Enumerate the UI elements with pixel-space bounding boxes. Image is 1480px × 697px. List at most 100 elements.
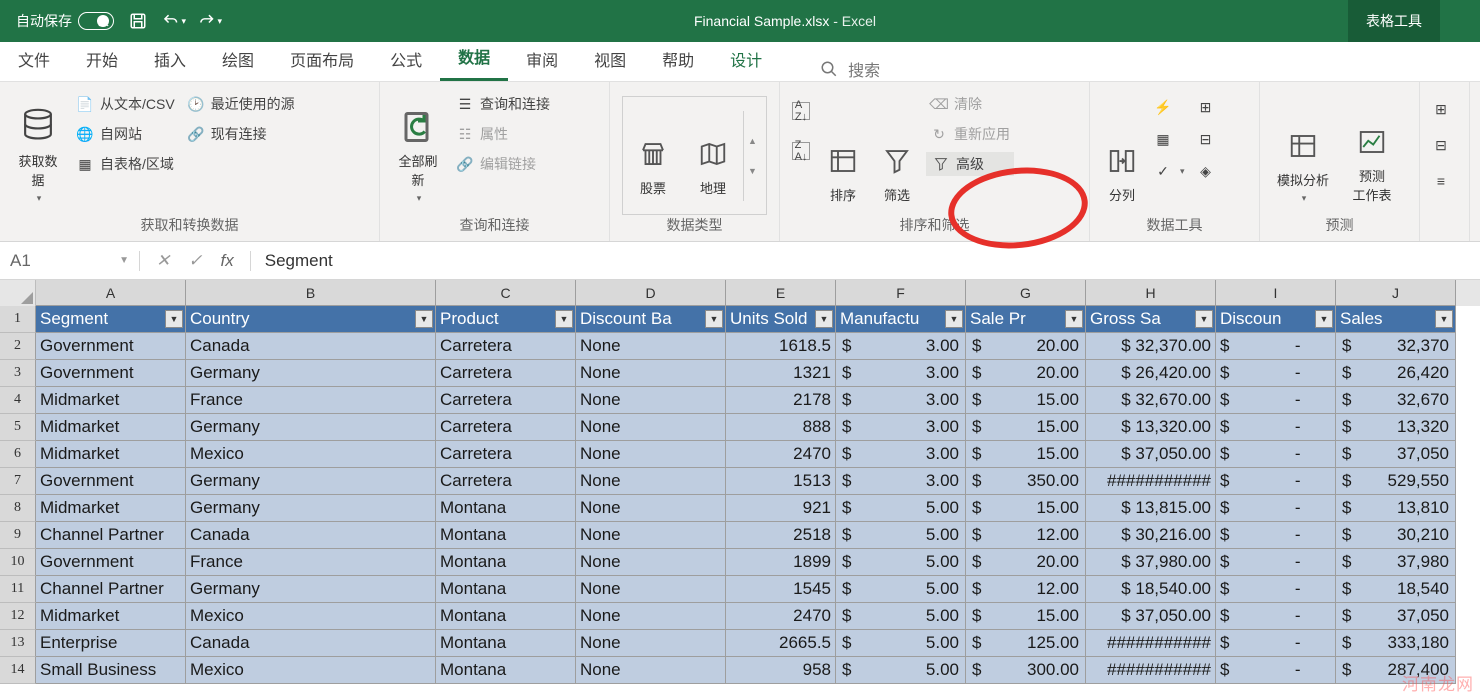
row-header[interactable]: 4: [0, 387, 36, 414]
cell[interactable]: Carretera: [436, 441, 576, 468]
row-header[interactable]: 11: [0, 576, 36, 603]
cell[interactable]: Midmarket: [36, 495, 186, 522]
tab-view[interactable]: 视图: [576, 39, 644, 81]
refresh-all-button[interactable]: 全部刷新 ▾: [388, 88, 448, 208]
table-header-cell[interactable]: Sales▼: [1336, 306, 1456, 333]
cell[interactable]: None: [576, 414, 726, 441]
column-header-H[interactable]: H: [1086, 280, 1216, 306]
cell[interactable]: $ 37,050.00: [1086, 441, 1216, 468]
row-header[interactable]: 2: [0, 333, 36, 360]
tab-draw[interactable]: 绘图: [204, 39, 272, 81]
cell[interactable]: None: [576, 657, 726, 684]
consolidate-button[interactable]: ⊞: [1193, 96, 1219, 118]
cell[interactable]: 1513: [726, 468, 836, 495]
cell[interactable]: $15.00: [966, 414, 1086, 441]
cell[interactable]: $529,550: [1336, 468, 1456, 495]
save-icon[interactable]: [126, 9, 150, 33]
fx-icon[interactable]: fx: [221, 251, 234, 271]
cell[interactable]: None: [576, 576, 726, 603]
manage-data-model-button[interactable]: ◈: [1193, 160, 1219, 182]
column-header-G[interactable]: G: [966, 280, 1086, 306]
cell[interactable]: None: [576, 468, 726, 495]
filter-button[interactable]: 筛选: [872, 88, 922, 208]
sort-desc-button[interactable]: ZA↓: [788, 140, 814, 162]
cell[interactable]: $20.00: [966, 333, 1086, 360]
cell[interactable]: Montana: [436, 630, 576, 657]
tab-design[interactable]: 设计: [712, 39, 780, 81]
cell[interactable]: $5.00: [836, 522, 966, 549]
what-if-button[interactable]: 模拟分析 ▾: [1268, 88, 1338, 208]
cell[interactable]: Montana: [436, 522, 576, 549]
cell[interactable]: $ 13,320.00: [1086, 414, 1216, 441]
cell[interactable]: Government: [36, 549, 186, 576]
forecast-sheet-button[interactable]: 预测 工作表: [1342, 88, 1402, 208]
filter-dropdown-icon[interactable]: ▼: [555, 310, 573, 328]
data-types-scroll-up[interactable]: ▲: [748, 136, 757, 146]
cell[interactable]: Government: [36, 468, 186, 495]
from-text-csv-button[interactable]: 📄从文本/CSV: [72, 92, 179, 116]
column-header-C[interactable]: C: [436, 280, 576, 306]
row-header[interactable]: 6: [0, 441, 36, 468]
tab-file[interactable]: 文件: [0, 39, 68, 81]
subtotal-button[interactable]: ≡: [1428, 170, 1454, 192]
tab-data[interactable]: 数据: [440, 36, 508, 81]
row-header[interactable]: 12: [0, 603, 36, 630]
cell[interactable]: $5.00: [836, 657, 966, 684]
cell[interactable]: $ 30,216.00: [1086, 522, 1216, 549]
stocks-data-type-button[interactable]: 股票: [623, 111, 683, 201]
cell[interactable]: $12.00: [966, 522, 1086, 549]
row-header[interactable]: 14: [0, 657, 36, 684]
row-header[interactable]: 9: [0, 522, 36, 549]
column-header-A[interactable]: A: [36, 280, 186, 306]
filter-dropdown-icon[interactable]: ▼: [165, 310, 183, 328]
table-header-cell[interactable]: Units Sold▼: [726, 306, 836, 333]
remove-duplicates-button[interactable]: ▦: [1150, 128, 1189, 150]
cell[interactable]: $5.00: [836, 576, 966, 603]
cell[interactable]: Channel Partner: [36, 522, 186, 549]
cell[interactable]: 921: [726, 495, 836, 522]
queries-connections-button[interactable]: ☰查询和连接: [452, 92, 554, 116]
from-web-button[interactable]: 🌐自网站: [72, 122, 179, 146]
cell[interactable]: $ 32,670.00: [1086, 387, 1216, 414]
tell-me-search[interactable]: 搜索: [820, 57, 880, 81]
cell[interactable]: $-: [1216, 657, 1336, 684]
row-header[interactable]: 10: [0, 549, 36, 576]
cell[interactable]: France: [186, 549, 436, 576]
cell[interactable]: Germany: [186, 468, 436, 495]
cell[interactable]: $ 37,980.00: [1086, 549, 1216, 576]
tab-review[interactable]: 审阅: [508, 39, 576, 81]
cell[interactable]: $5.00: [836, 495, 966, 522]
cell[interactable]: 2178: [726, 387, 836, 414]
cell[interactable]: $13,320: [1336, 414, 1456, 441]
cell[interactable]: 2665.5: [726, 630, 836, 657]
cell[interactable]: Enterprise: [36, 630, 186, 657]
cell[interactable]: None: [576, 495, 726, 522]
cell[interactable]: $125.00: [966, 630, 1086, 657]
redo-icon[interactable]: ▾: [198, 9, 222, 33]
cell[interactable]: France: [186, 387, 436, 414]
cell[interactable]: $5.00: [836, 630, 966, 657]
cell[interactable]: $30,210: [1336, 522, 1456, 549]
cell[interactable]: $13,810: [1336, 495, 1456, 522]
tab-help[interactable]: 帮助: [644, 39, 712, 81]
cell[interactable]: $-: [1216, 549, 1336, 576]
table-header-cell[interactable]: Country▼: [186, 306, 436, 333]
cell[interactable]: Small Business: [36, 657, 186, 684]
cell[interactable]: $15.00: [966, 495, 1086, 522]
cell[interactable]: Mexico: [186, 603, 436, 630]
existing-connections-button[interactable]: 🔗现有连接: [183, 122, 299, 146]
table-header-cell[interactable]: Segment▼: [36, 306, 186, 333]
cell[interactable]: $-: [1216, 603, 1336, 630]
cell[interactable]: $ 37,050.00: [1086, 603, 1216, 630]
cell[interactable]: Germany: [186, 495, 436, 522]
cell[interactable]: $350.00: [966, 468, 1086, 495]
cancel-formula-icon[interactable]: ✕: [156, 251, 170, 271]
flash-fill-button[interactable]: ⚡: [1150, 96, 1189, 118]
cell[interactable]: Carretera: [436, 387, 576, 414]
column-header-D[interactable]: D: [576, 280, 726, 306]
filter-dropdown-icon[interactable]: ▼: [1435, 310, 1453, 328]
cell[interactable]: Government: [36, 360, 186, 387]
cell[interactable]: $37,050: [1336, 603, 1456, 630]
filter-dropdown-icon[interactable]: ▼: [945, 310, 963, 328]
cell[interactable]: $3.00: [836, 441, 966, 468]
